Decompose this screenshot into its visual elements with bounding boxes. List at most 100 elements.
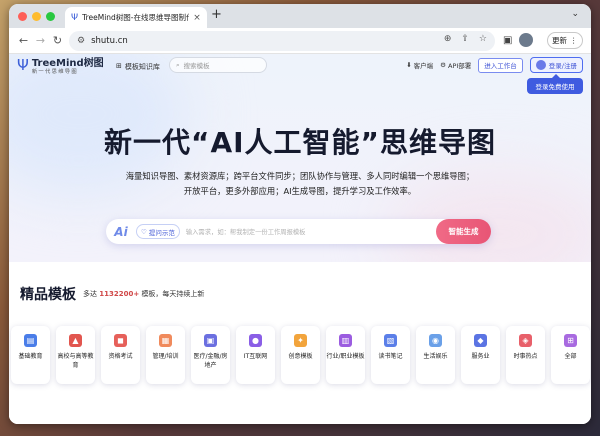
site-header: Ψ TreeMind树图 新一代思维导图 ⊞ 模板知识库 ⌕ 搜索模板 ⬇ 客户…: [9, 54, 591, 80]
share-icon[interactable]: ⇪: [461, 34, 469, 44]
templates-title: 精品模板: [20, 287, 76, 303]
example-chip-label: 提问示范: [148, 228, 175, 237]
tab-title: TreeMind树图-在线思维导图制作: [82, 13, 189, 22]
download-icon: ⬇: [406, 61, 412, 69]
category-label: 生活娱乐: [423, 353, 448, 360]
login-tooltip: 登录免费使用: [527, 74, 583, 94]
lightbulb-icon: ♡: [141, 227, 147, 236]
tab-search-icon[interactable]: ⌄: [571, 9, 579, 19]
profile-avatar[interactable]: [519, 33, 534, 47]
category-card[interactable]: ◉ 生活娱乐: [416, 326, 455, 384]
category-icon: ▤: [24, 334, 37, 347]
back-icon[interactable]: ←: [15, 34, 32, 47]
category-icon: ▣: [204, 334, 217, 347]
template-library-label: 模板知识库: [124, 63, 160, 71]
category-card[interactable]: ◼ 资格考试: [101, 326, 140, 384]
subtitle-prefix: 多达: [83, 290, 97, 298]
category-icon: ◼: [114, 334, 127, 347]
close-window-button[interactable]: [18, 12, 27, 21]
category-icon: ◉: [429, 334, 442, 347]
category-icon: ◈: [519, 334, 532, 347]
user-avatar-icon: [535, 60, 546, 70]
enter-workspace-button[interactable]: 进入工作台: [478, 57, 523, 73]
example-prompt-chip[interactable]: ♡ 提问示范: [136, 224, 180, 239]
update-button[interactable]: 更新 ⋮: [547, 32, 583, 49]
reload-icon[interactable]: ↻: [49, 34, 66, 47]
api-icon: ⚙: [440, 61, 446, 69]
category-icon: ◆: [474, 334, 487, 347]
category-card[interactable]: ▦ 管理/培训: [146, 326, 185, 384]
category-label: IT互联网: [243, 353, 268, 360]
tab-close-icon[interactable]: ×: [193, 13, 201, 23]
smart-generate-button[interactable]: 智能生成: [436, 219, 491, 244]
template-search-input[interactable]: ⌕ 搜索模板: [169, 57, 267, 73]
url-text: shutu.cn: [91, 36, 128, 46]
bookmark-star-icon[interactable]: ☆: [479, 34, 487, 44]
site-info-icon[interactable]: ⚙: [77, 36, 85, 46]
new-tab-button[interactable]: +: [211, 8, 222, 22]
address-bar[interactable]: ⚙ shutu.cn ⊕ ⇪ ☆: [69, 31, 495, 51]
category-label: 高校与高等教育: [57, 353, 94, 369]
category-card[interactable]: ✦ 创意模板: [281, 326, 320, 384]
category-card[interactable]: ◈ 时事热点: [506, 326, 545, 384]
api-label: API部署: [448, 62, 472, 70]
hero-desc-line2: 开放平台，更多外部应用；AI生成导图，提升学习及工作效率。: [183, 186, 417, 196]
forward-icon[interactable]: →: [32, 34, 49, 47]
category-card[interactable]: ▲ 高校与高等教育: [56, 326, 95, 384]
maximize-window-button[interactable]: [46, 12, 55, 21]
browser-toolbar: ← → ↻ ⚙ shutu.cn ⊕ ⇪ ☆ ▣ 更新 ⋮: [9, 28, 591, 54]
category-label: 管理/培训: [152, 353, 179, 360]
browser-window: Ψ TreeMind树图-在线思维导图制作 × + ⌄ ← → ↻ ⚙ shut…: [9, 4, 591, 424]
category-card[interactable]: ▤ 基础教育: [11, 326, 50, 384]
templates-subtitle: 多达 1132200+ 模板，每天持续上新: [83, 289, 204, 299]
category-icon: ▥: [339, 334, 352, 347]
category-label: 行业/职业模板: [326, 353, 365, 360]
category-card[interactable]: ▣ 医疗/金融/房地产: [191, 326, 230, 384]
zoom-icon[interactable]: ⊕: [444, 34, 452, 44]
category-icon: ▦: [159, 334, 172, 347]
treemind-logo-icon: Ψ: [17, 56, 29, 74]
category-icon: ✦: [294, 334, 307, 347]
category-card[interactable]: ● IT互联网: [236, 326, 275, 384]
minimize-window-button[interactable]: [32, 12, 41, 21]
client-download-link[interactable]: ⬇ 客户端: [406, 60, 433, 70]
category-card[interactable]: ▥ 行业/职业模板: [326, 326, 365, 384]
tab-strip: Ψ TreeMind树图-在线思维导图制作 × + ⌄: [9, 4, 591, 28]
login-register-button[interactable]: 登录/注册: [529, 57, 583, 73]
logo-name: TreeMind树图: [31, 58, 104, 69]
category-label: 医疗/金融/房地产: [193, 353, 228, 369]
template-library-link[interactable]: ⊞ 模板知识库: [116, 62, 160, 72]
hero-title: 新一代“AI人工智能”思维导图: [104, 126, 496, 159]
login-label: 登录/注册: [548, 62, 577, 70]
search-placeholder: 搜索模板: [183, 62, 210, 70]
category-label: 时事热点: [513, 353, 538, 360]
category-label: 服务业: [471, 353, 490, 360]
category-card[interactable]: ◆ 服务业: [461, 326, 500, 384]
menu-kebab-icon: ⋮: [570, 36, 578, 45]
api-deploy-link[interactable]: ⚙ API部署: [440, 60, 471, 70]
category-label: 资格考试: [108, 353, 133, 360]
browser-tab[interactable]: Ψ TreeMind树图-在线思维导图制作 ×: [65, 7, 207, 28]
category-icon: ▧: [384, 334, 397, 347]
site-logo[interactable]: Ψ TreeMind树图 新一代思维导图: [17, 58, 104, 76]
category-list: ▤ 基础教育 ▲ 高校与高等教育 ◼ 资格考试 ▦ 管理/培训 ▣ 医疗/金融/房地产 ● IT互联网…: [11, 326, 590, 384]
sidepanel-icon[interactable]: ▣: [503, 35, 512, 46]
search-icon: ⌕: [176, 60, 180, 69]
category-label: 基础教育: [18, 353, 43, 360]
grid-icon: ⊞: [116, 62, 122, 70]
web-page: Ψ TreeMind树图 新一代思维导图 ⊞ 模板知识库 ⌕ 搜索模板 ⬇ 客户…: [9, 54, 591, 424]
favicon-icon: Ψ: [71, 12, 79, 23]
category-label: 创意模板: [288, 353, 313, 360]
category-icon: ⊞: [564, 334, 577, 347]
category-icon: ▲: [69, 334, 82, 347]
category-icon: ●: [249, 334, 262, 347]
category-label: 读书笔记: [378, 353, 403, 360]
hero-desc-line1: 海量知识导图、素材资源库；跨平台文件同步；团队协作与管理、多人同时编辑一个思维导…: [125, 171, 475, 181]
ai-icon: Ai: [114, 224, 128, 239]
update-label: 更新: [552, 36, 567, 45]
category-card[interactable]: ▧ 读书笔记: [371, 326, 410, 384]
category-card[interactable]: ⊞ 全部: [551, 326, 590, 384]
subtitle-suffix: 模板，每天持续上新: [141, 290, 205, 298]
template-count: 1132200+: [99, 290, 140, 298]
templates-section: 精品模板 多达 1132200+ 模板，每天持续上新 ▤ 基础教育 ▲ 高校与高等教育…: [9, 262, 591, 424]
